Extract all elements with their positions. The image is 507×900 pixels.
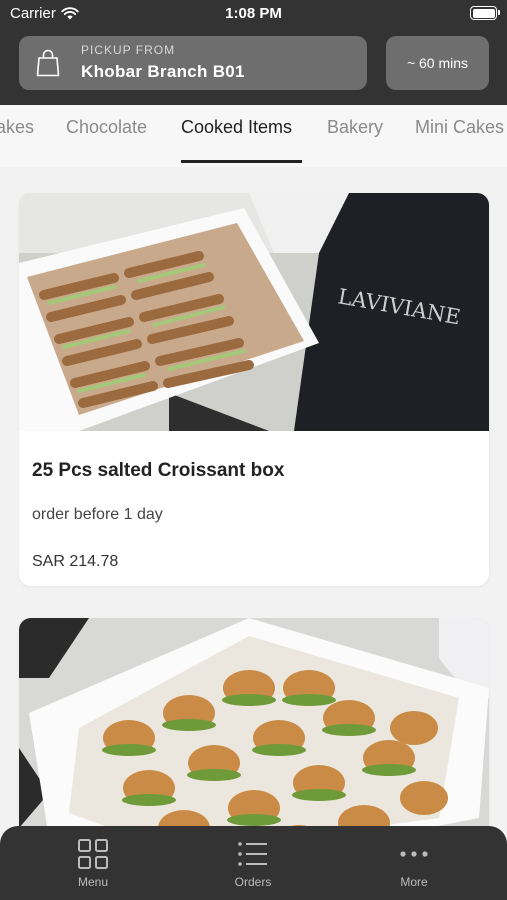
eta-button[interactable]: ~ 60 mins	[386, 36, 489, 90]
tab-bar-orders[interactable]: Orders	[203, 838, 303, 889]
grid-icon	[78, 839, 108, 869]
tab-bar-more-label: More	[400, 875, 428, 889]
product-image: LAVIVIANE	[19, 193, 489, 431]
tab-cakes[interactable]: akes	[0, 117, 34, 138]
product-price: SAR 214.78	[32, 553, 119, 570]
list-icon	[238, 842, 267, 866]
top-header: Carrier 1:08 PM PICKUP FROM Khobar Branc…	[0, 0, 507, 105]
product-note: order before 1 day	[32, 506, 163, 523]
pickup-location-button[interactable]: PICKUP FROM Khobar Branch B01	[19, 36, 367, 90]
battery-icon	[470, 6, 500, 20]
status-bar: Carrier 1:08 PM	[0, 0, 507, 28]
shopping-bag-icon	[36, 49, 60, 77]
pickup-branch: Khobar Branch B01	[81, 62, 245, 81]
tab-bakery[interactable]: Bakery	[327, 117, 383, 138]
tab-bar-menu[interactable]: Menu	[43, 838, 143, 889]
more-dots-icon	[400, 851, 428, 857]
tab-mini-cakes[interactable]: Mini Cakes	[415, 117, 504, 138]
category-tabs: akes Chocolate Cooked Items Bakery Mini …	[0, 105, 507, 167]
tab-bar-orders-label: Orders	[234, 875, 272, 889]
tab-chocolate[interactable]: Chocolate	[66, 117, 147, 138]
tab-cooked-items[interactable]: Cooked Items	[181, 117, 292, 138]
active-tab-indicator	[181, 160, 302, 163]
product-title: 25 Pcs salted Croissant box	[32, 460, 285, 481]
clock: 1:08 PM	[225, 5, 282, 22]
product-card[interactable]: LAVIVIANE 25 Pcs salted Croissant box or…	[19, 193, 489, 586]
pickup-label: PICKUP FROM	[81, 43, 176, 57]
tab-bar-menu-label: Menu	[77, 875, 109, 889]
tab-bar-more[interactable]: More	[364, 838, 464, 889]
bottom-tab-bar: Menu Orders More	[0, 826, 507, 900]
